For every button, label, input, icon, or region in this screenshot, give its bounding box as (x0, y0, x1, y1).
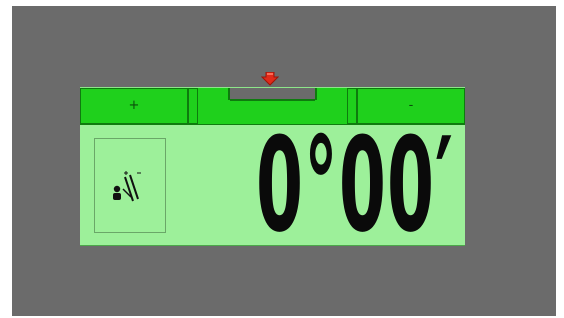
tool-icon-box[interactable] (94, 138, 166, 233)
bar-divider-left (188, 88, 198, 124)
angle-display: 0°00′ (80, 120, 465, 250)
tool-adjust-icon (113, 171, 141, 202)
angle-reading: 0°00′ (256, 120, 564, 250)
plus-button[interactable]: + (80, 88, 188, 124)
reading-digits: 0°00′ (256, 109, 454, 261)
red-down-arrow-icon (261, 72, 279, 86)
plus-label: + (128, 98, 140, 113)
center-notch (228, 88, 317, 101)
